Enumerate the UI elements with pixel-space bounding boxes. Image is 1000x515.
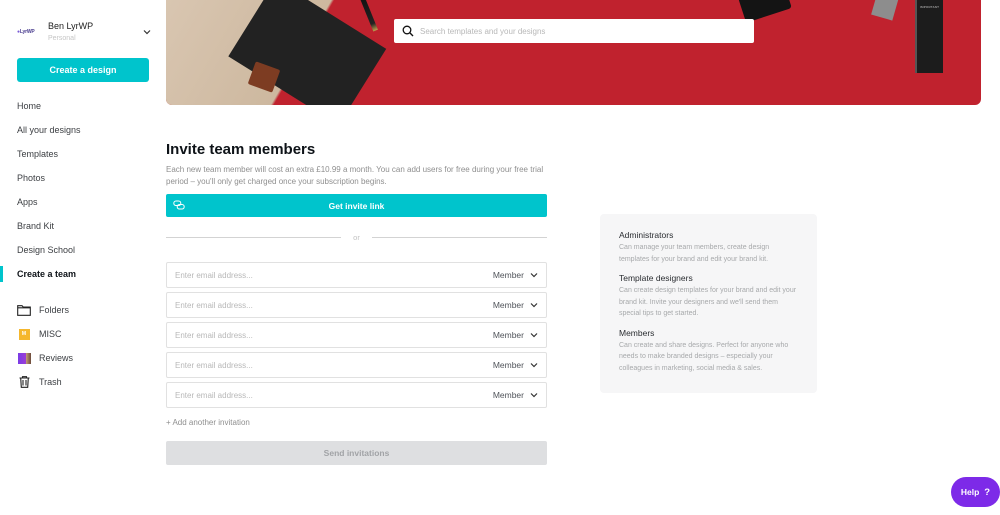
role-select-value: Member bbox=[492, 300, 524, 310]
role-select[interactable]: Member bbox=[493, 263, 546, 287]
sidebar-folders: Folders M MISC Reviews Trash bbox=[0, 298, 165, 394]
misc-thumbnail-icon: M bbox=[17, 328, 31, 340]
hero-banner: IMPORTANT bbox=[166, 0, 981, 105]
search-input[interactable] bbox=[420, 26, 740, 36]
folder-label: Folders bbox=[39, 305, 70, 315]
invite-rows: Member Member Member Member bbox=[166, 262, 547, 408]
sidebar-item-reviews[interactable]: Reviews bbox=[0, 346, 165, 370]
folder-label: MISC bbox=[39, 329, 62, 339]
folder-label: Trash bbox=[39, 377, 62, 387]
role-select[interactable]: Member bbox=[493, 323, 546, 347]
account-logo: ●LyrWP bbox=[17, 29, 35, 35]
invite-section: Invite team members Each new team member… bbox=[166, 140, 548, 465]
role-info-administrators: Administrators Can manage your team memb… bbox=[619, 230, 799, 265]
invite-row: Member bbox=[166, 382, 547, 408]
invite-description: Each new team member will cost an extra … bbox=[166, 165, 544, 186]
help-label: Help bbox=[960, 487, 980, 497]
chevron-down-icon bbox=[530, 393, 538, 398]
role-select[interactable]: Member bbox=[493, 293, 546, 317]
divider-line bbox=[371, 236, 548, 238]
sidebar-item-create-team[interactable]: Create a team bbox=[0, 262, 165, 286]
account-logo-text: LyrWP bbox=[19, 29, 35, 35]
sidebar-item-design-school[interactable]: Design School bbox=[0, 238, 165, 262]
role-name: Members bbox=[619, 327, 655, 338]
role-description: Can manage your team members, create des… bbox=[619, 244, 770, 263]
sidebar-item-apps[interactable]: Apps bbox=[0, 190, 165, 214]
banner-decor-block bbox=[871, 0, 899, 21]
trash-icon bbox=[17, 376, 31, 388]
role-description: Can create and share designs. Perfect fo… bbox=[619, 341, 789, 372]
reviews-thumbnail-icon bbox=[17, 352, 31, 364]
divider-text: or bbox=[353, 232, 360, 242]
sidebar-nav: Home All your designs Templates Photos A… bbox=[0, 94, 165, 286]
chevron-down-icon[interactable] bbox=[142, 27, 152, 37]
sidebar: ●LyrWP Ben LyrWP Personal Create a desig… bbox=[0, 0, 165, 515]
account-plan: Personal bbox=[48, 34, 76, 42]
role-select-value: Member bbox=[492, 270, 524, 280]
invite-row: Member bbox=[166, 352, 547, 378]
invite-row: Member bbox=[166, 262, 547, 288]
account-switcher[interactable]: ●LyrWP Ben LyrWP Personal bbox=[17, 18, 152, 46]
sidebar-item-brand-kit[interactable]: Brand Kit bbox=[0, 214, 165, 238]
search-bar[interactable] bbox=[394, 19, 754, 43]
sidebar-item-templates[interactable]: Templates bbox=[0, 142, 165, 166]
help-button[interactable]: Help ? bbox=[951, 477, 1000, 507]
page-title: Invite team members bbox=[166, 141, 316, 158]
role-select[interactable]: Member bbox=[493, 383, 546, 407]
role-select-value: Member bbox=[492, 330, 524, 340]
email-input[interactable] bbox=[167, 293, 493, 317]
sidebar-item-photos[interactable]: Photos bbox=[0, 166, 165, 190]
misc-thumb-letter: M bbox=[18, 328, 30, 340]
send-invitations-button[interactable]: Send invitations bbox=[166, 441, 547, 465]
chevron-down-icon bbox=[530, 303, 538, 308]
add-another-invitation-link[interactable]: + Add another invitation bbox=[166, 418, 250, 427]
chevron-down-icon bbox=[530, 333, 538, 338]
role-select-value: Member bbox=[492, 360, 524, 370]
invite-row: Member bbox=[166, 322, 547, 348]
role-name: Administrators bbox=[619, 230, 674, 240]
account-name: Ben LyrWP bbox=[48, 20, 94, 31]
create-design-button[interactable]: Create a design bbox=[17, 58, 149, 82]
role-select-value: Member bbox=[492, 390, 524, 400]
sidebar-item-misc[interactable]: M MISC bbox=[0, 322, 165, 346]
get-invite-link-label: Get invite link bbox=[328, 200, 385, 211]
invite-row: Member bbox=[166, 292, 547, 318]
divider-line bbox=[166, 236, 342, 238]
account-text: Ben LyrWP Personal bbox=[48, 21, 142, 44]
sidebar-item-all-designs[interactable]: All your designs bbox=[0, 118, 165, 142]
role-name: Template designers bbox=[619, 273, 693, 283]
folder-label: Reviews bbox=[39, 353, 74, 363]
link-icon bbox=[173, 200, 185, 210]
search-icon bbox=[402, 25, 414, 37]
get-invite-link-button[interactable]: Get invite link bbox=[166, 194, 547, 217]
roles-info-panel: Administrators Can manage your team memb… bbox=[600, 214, 817, 393]
sidebar-item-trash[interactable]: Trash bbox=[0, 370, 165, 394]
role-select[interactable]: Member bbox=[493, 353, 546, 377]
banner-decor-label: IMPORTANT bbox=[920, 5, 940, 9]
role-info-template-designers: Template designers Can create design tem… bbox=[619, 273, 799, 320]
sidebar-item-folders[interactable]: Folders bbox=[0, 298, 165, 322]
email-input[interactable] bbox=[167, 353, 493, 377]
sidebar-item-home[interactable]: Home bbox=[0, 94, 165, 118]
chevron-down-icon bbox=[530, 273, 538, 278]
email-input[interactable] bbox=[167, 383, 493, 407]
role-description: Can create design templates for your bra… bbox=[619, 287, 797, 317]
chevron-down-icon bbox=[530, 363, 538, 368]
or-divider: or bbox=[166, 232, 548, 242]
email-input[interactable] bbox=[167, 263, 493, 287]
email-input[interactable] bbox=[167, 323, 493, 347]
banner-decor-block: IMPORTANT bbox=[915, 0, 943, 73]
question-mark-icon: ? bbox=[984, 486, 991, 498]
folder-icon bbox=[17, 304, 31, 316]
role-info-members: Members Can create and share designs. Pe… bbox=[619, 328, 799, 375]
